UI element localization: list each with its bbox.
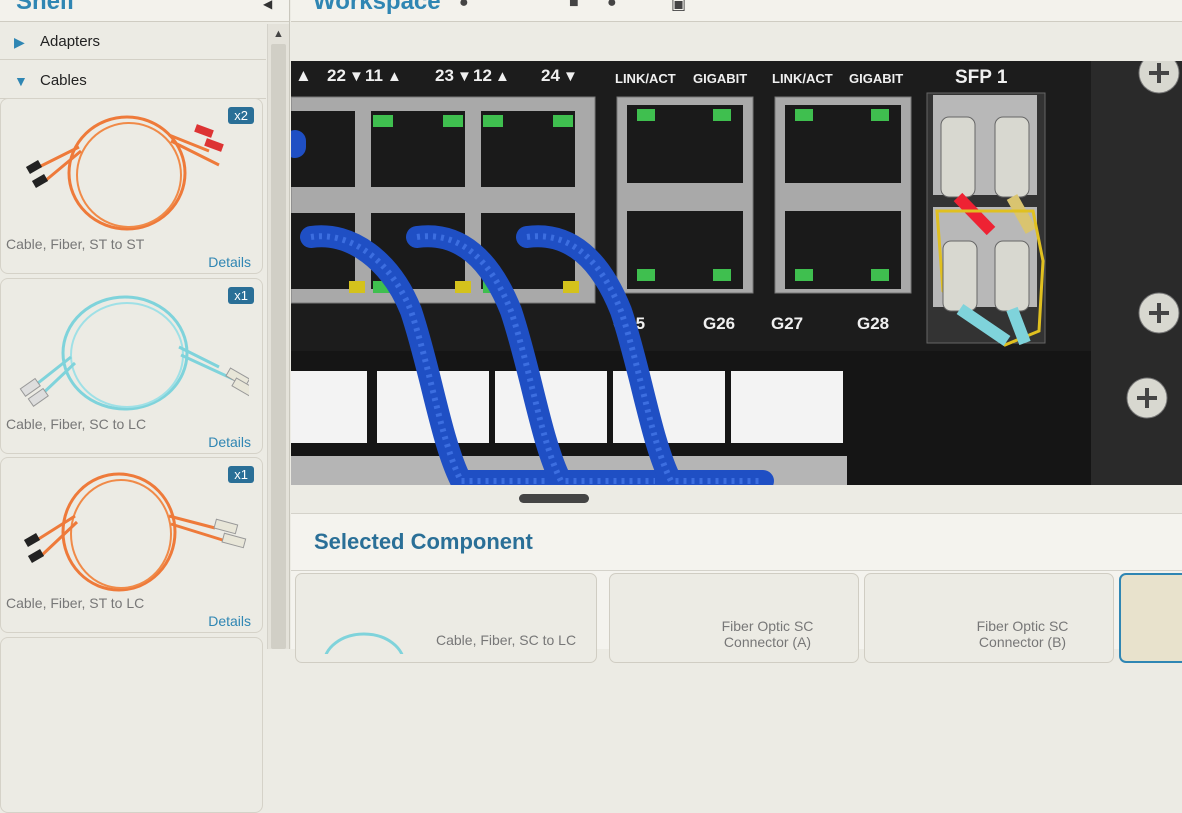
switch-panel-illustration: ▲ 22 ▼ 11 ▲ 23 ▼ 12 ▲ 24 ▼ LINK/ACT GIGA…	[291, 61, 1182, 485]
shelf-item-st-to-st[interactable]: x2 Cable, Fiber, ST to ST Details	[0, 98, 263, 274]
gigabit-label: GIGABIT	[849, 71, 903, 86]
sfp1-label: SFP 1	[955, 67, 1008, 88]
item-count-badge: x1	[228, 287, 254, 304]
delete-tool-icon[interactable]: ■	[569, 0, 579, 12]
category-adapters[interactable]: ▶ Adapters	[0, 22, 266, 60]
item-name: Cable, Fiber, ST to LC	[6, 595, 145, 611]
component-card-cable[interactable]: Cable, Fiber, SC to LC	[295, 573, 597, 663]
port-label-22: 22	[327, 66, 346, 85]
shelf-item-st-to-lc[interactable]: x1 Cable, Fiber, ST to LC Details	[0, 457, 263, 633]
shelf-scrollbar[interactable]: ▲	[267, 24, 289, 649]
g26-label: G26	[703, 314, 735, 333]
component-label: Cable, Fiber, SC to LC	[436, 632, 577, 648]
gigabit-label: GIGABIT	[693, 71, 747, 86]
g27-label: G27	[771, 314, 803, 333]
link-act-label: LINK/ACT	[615, 71, 676, 86]
svg-text:▲: ▲	[295, 66, 312, 85]
workspace-title: Workspace	[313, 0, 441, 15]
g28-label: G28	[857, 314, 889, 333]
scrollbar-thumb[interactable]	[271, 44, 286, 649]
shelf-panel: Shelf ◀ ▶ Adapters ▼ Cables x2 Cable, Fi…	[0, 0, 290, 813]
component-card-connector-b[interactable]: Fiber Optic SC Connector (B)	[864, 573, 1114, 663]
collapse-shelf-icon[interactable]: ◀	[263, 0, 277, 10]
port-label-12: 12	[473, 66, 492, 85]
divider	[291, 570, 1182, 571]
component-label: Fiber Optic SC Connector (A)	[721, 618, 814, 650]
fiber-cable-st-lc-icon	[23, 472, 247, 592]
component-label: Fiber Optic SC Connector (B)	[976, 618, 1069, 650]
item-name: Cable, Fiber, SC to LC	[6, 416, 147, 432]
port-label-11: 11	[365, 66, 383, 85]
category-cables[interactable]: ▼ Cables	[0, 61, 266, 99]
svg-text:▼: ▼	[457, 68, 472, 85]
selected-component-panel: Selected Component Cable, Fiber, SC to L…	[291, 513, 1182, 663]
expand-arrow-icon: ▶	[14, 34, 25, 50]
shelf-item-sc-to-lc[interactable]: x1 Cable, Fiber, SC to LC Details	[0, 278, 263, 454]
details-link[interactable]: Details	[208, 613, 251, 629]
scroll-up-icon[interactable]: ▲	[268, 24, 289, 44]
category-label: Cables	[40, 72, 87, 89]
port-label-23: 23	[435, 66, 454, 85]
fiber-cable-sc-lc-icon	[19, 295, 249, 411]
rotate-tool-icon[interactable]: ●	[459, 0, 469, 12]
panel-resize-bar	[291, 485, 1182, 513]
details-link[interactable]: Details	[208, 434, 251, 450]
details-link[interactable]: Details	[208, 254, 251, 270]
resize-handle[interactable]	[519, 494, 589, 503]
collapse-arrow-icon: ▼	[14, 73, 28, 89]
info-tool-icon[interactable]: ●	[607, 0, 617, 12]
layout-tool-icon[interactable]: ▣	[671, 0, 686, 14]
svg-text:▲: ▲	[387, 68, 402, 85]
workspace-toolbar-strip	[291, 23, 1182, 61]
workspace-header: Workspace ● ■ ● ▣	[291, 0, 1182, 22]
shelf-item-partial[interactable]	[0, 637, 263, 813]
component-card-connector-a[interactable]: Fiber Optic SC Connector (A)	[609, 573, 859, 663]
svg-text:▼: ▼	[563, 68, 578, 85]
item-name: Cable, Fiber, ST to ST	[6, 236, 145, 252]
shelf-header: Shelf ◀	[0, 0, 289, 22]
item-count-badge: x1	[228, 466, 254, 483]
item-count-badge: x2	[228, 107, 254, 124]
component-card-selected[interactable]	[1119, 573, 1182, 663]
svg-text:▲: ▲	[495, 68, 510, 85]
selected-component-title: Selected Component	[314, 529, 533, 554]
shelf-title: Shelf	[16, 0, 75, 15]
port-label-24: 24	[541, 66, 560, 85]
fiber-cable-sc-lc-icon	[324, 632, 404, 654]
link-act-label: LINK/ACT	[772, 71, 833, 86]
workspace-canvas[interactable]: ▲ 22 ▼ 11 ▲ 23 ▼ 12 ▲ 24 ▼ LINK/ACT GIGA…	[291, 61, 1182, 485]
fiber-cable-st-st-icon	[25, 115, 224, 231]
category-label: Adapters	[40, 33, 101, 50]
svg-text:▼: ▼	[349, 68, 364, 85]
